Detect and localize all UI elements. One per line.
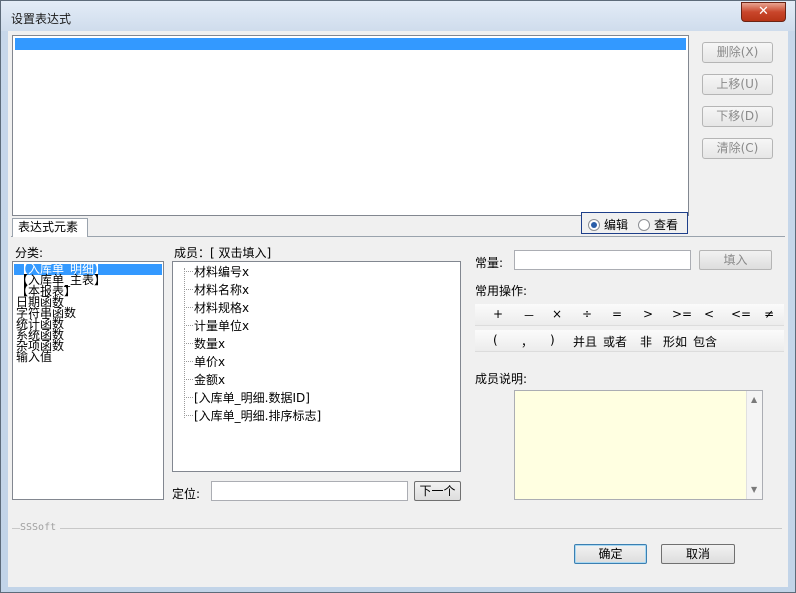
- view-radio-label: 查看: [654, 218, 679, 232]
- title-bar: 设置表达式 ✕: [1, 1, 795, 31]
- edit-radio[interactable]: 编辑: [588, 216, 628, 233]
- fill-button[interactable]: 填入: [699, 250, 772, 270]
- dialog-title: 设置表达式: [11, 12, 72, 26]
- tab-divider: [11, 236, 785, 237]
- op-button[interactable]: >: [643, 307, 653, 321]
- op-button[interactable]: ): [550, 333, 555, 347]
- view-radio-dot: [638, 219, 650, 231]
- op-button[interactable]: +: [493, 307, 503, 321]
- tree-item[interactable]: 材料编号x: [184, 263, 249, 281]
- view-radio[interactable]: 查看: [638, 216, 678, 233]
- member-tree[interactable]: 材料编号x 材料名称x 材料规格x 计量单位x 数量x 单价x 金额x [入库单…: [172, 261, 461, 472]
- tree-item[interactable]: [入库单_明细.排序标志]: [184, 407, 321, 425]
- operators-row-1: + － × ÷ = > >= < <= ≠: [475, 304, 784, 326]
- cancel-button[interactable]: 取消: [661, 544, 735, 564]
- expression-dialog: 设置表达式 ✕ 删除(X) 上移(U) 下移(D) 清除(C) 表达式元素 编辑…: [0, 0, 796, 593]
- tree-item[interactable]: 计量单位x: [184, 317, 249, 335]
- op-button[interactable]: －: [523, 307, 535, 324]
- tree-item[interactable]: 数量x: [184, 335, 225, 353]
- description-label: 成员说明:: [475, 372, 528, 386]
- category-item[interactable]: 输入值: [14, 351, 162, 363]
- tree-item[interactable]: 材料名称x: [184, 281, 249, 299]
- expression-list[interactable]: [12, 35, 689, 216]
- clear-button[interactable]: 清除(C): [702, 138, 773, 159]
- mode-switch: 编辑 查看: [581, 212, 688, 234]
- op-button[interactable]: 非: [640, 333, 652, 350]
- description-box[interactable]: ▲ ▼: [514, 390, 763, 500]
- close-button[interactable]: ✕: [741, 2, 786, 22]
- move-up-button[interactable]: 上移(U): [702, 74, 773, 95]
- op-button[interactable]: ≠: [764, 307, 774, 321]
- op-button[interactable]: 形如: [663, 333, 687, 350]
- scroll-up-icon[interactable]: ▲: [751, 395, 757, 404]
- scroll-down-icon[interactable]: ▼: [751, 485, 757, 494]
- locate-input[interactable]: [211, 481, 408, 501]
- locate-label: 定位:: [172, 487, 201, 501]
- description-scrollbar[interactable]: ▲ ▼: [746, 391, 762, 499]
- dialog-body: 删除(X) 上移(U) 下移(D) 清除(C) 表达式元素 编辑 查看 分类: …: [8, 31, 788, 587]
- ok-button[interactable]: 确定: [574, 544, 647, 564]
- tree-item[interactable]: 材料规格x: [184, 299, 249, 317]
- tree-item[interactable]: [入库单_明细.数据ID]: [184, 389, 310, 407]
- op-button[interactable]: 或者: [603, 333, 627, 350]
- tab-expression-elements[interactable]: 表达式元素: [12, 218, 88, 237]
- op-button[interactable]: >=: [672, 307, 692, 321]
- op-button[interactable]: (: [493, 333, 498, 347]
- operators-label: 常用操作:: [475, 284, 528, 298]
- op-button[interactable]: 并且: [573, 333, 597, 350]
- op-button[interactable]: ÷: [582, 307, 592, 321]
- constant-input[interactable]: [514, 250, 691, 270]
- op-button[interactable]: ×: [552, 307, 562, 321]
- op-button[interactable]: 包含: [693, 333, 717, 350]
- operators-row-2: ( ， ) 并且 或者 非 形如 包含: [475, 330, 784, 352]
- op-button[interactable]: <=: [731, 307, 751, 321]
- category-list[interactable]: 【入库单_明细】 【入库单_主表】 【本报表】 日期函数 字符串函数 统计函数 …: [12, 261, 164, 500]
- brand-label: SSSoft: [20, 522, 61, 533]
- op-button[interactable]: =: [612, 307, 622, 321]
- members-label: 成员：[ 双击填入]: [174, 246, 272, 260]
- expression-row-selected[interactable]: [15, 38, 686, 50]
- tree-item[interactable]: 金额x: [184, 371, 225, 389]
- edit-radio-dot: [588, 219, 600, 231]
- edit-radio-label: 编辑: [604, 218, 629, 232]
- move-down-button[interactable]: 下移(D): [702, 106, 773, 127]
- op-button[interactable]: <: [704, 307, 714, 321]
- category-label: 分类:: [15, 246, 44, 260]
- delete-button[interactable]: 删除(X): [702, 42, 773, 63]
- next-button[interactable]: 下一个: [414, 481, 461, 501]
- footer-divider: [12, 528, 782, 529]
- op-button[interactable]: ，: [521, 333, 533, 350]
- tree-item[interactable]: 单价x: [184, 353, 225, 371]
- constant-label: 常量:: [475, 256, 504, 270]
